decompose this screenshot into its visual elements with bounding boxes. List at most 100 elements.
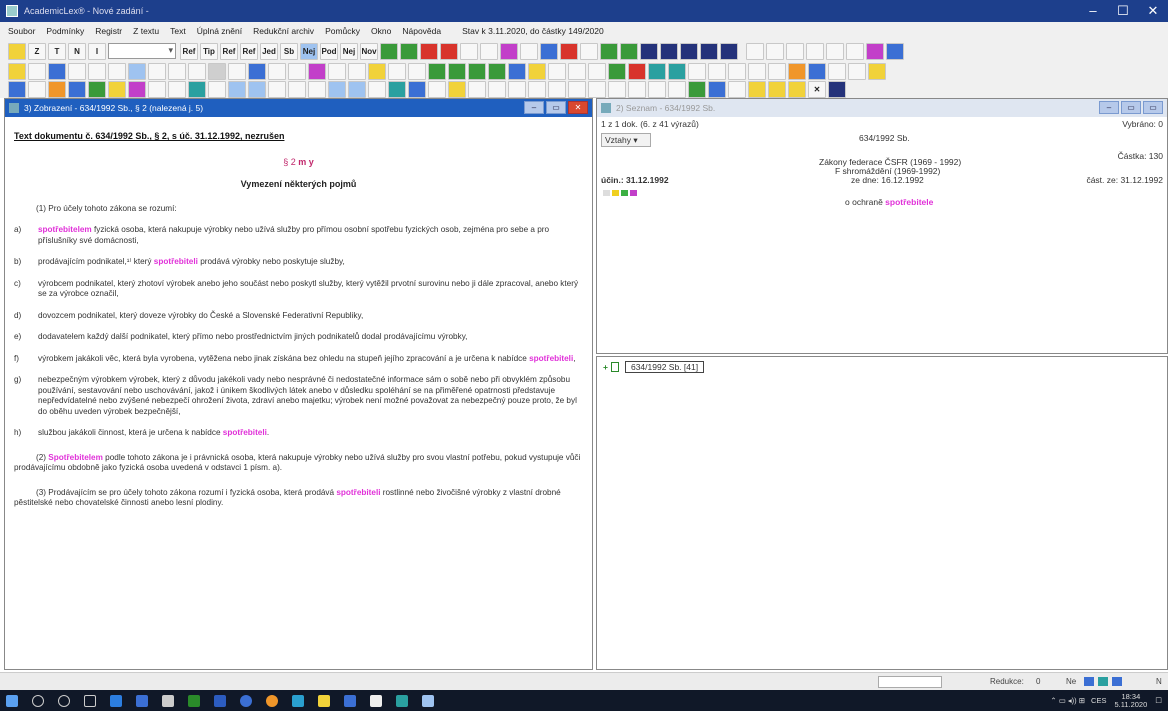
toolbar-button[interactable] xyxy=(308,62,326,80)
toolbar-button[interactable] xyxy=(548,62,566,80)
toolbar-button[interactable] xyxy=(408,80,426,98)
app-icon[interactable] xyxy=(422,694,434,707)
bold-n-button[interactable]: N xyxy=(68,42,86,60)
tree-item-label[interactable]: 634/1992 Sb. [41] xyxy=(624,361,705,373)
toolbar-button[interactable] xyxy=(540,42,558,60)
language-indicator[interactable]: CES xyxy=(1091,696,1106,705)
toolbar-button[interactable] xyxy=(866,42,884,60)
toolbar-button[interactable] xyxy=(848,62,866,80)
toolbar-button[interactable] xyxy=(806,42,824,60)
toolbar-button[interactable] xyxy=(788,62,806,80)
app-icon[interactable] xyxy=(136,694,148,707)
toolbar-button[interactable] xyxy=(528,62,546,80)
menu-soubor[interactable]: Soubor xyxy=(8,26,35,36)
toolbar-button[interactable] xyxy=(728,80,746,98)
menu-uplna-zneni[interactable]: Úplná znění xyxy=(197,26,242,36)
toolbar-button[interactable] xyxy=(846,42,864,60)
toolbar-button[interactable] xyxy=(660,42,678,60)
toolbar-button[interactable] xyxy=(668,62,686,80)
ie-icon[interactable] xyxy=(240,694,252,707)
toolbar-button[interactable] xyxy=(108,62,126,80)
nej2-button[interactable]: Nej xyxy=(340,42,358,60)
toolbar-button[interactable] xyxy=(868,62,886,80)
toolbar-button[interactable] xyxy=(500,42,518,60)
clock[interactable]: 18:34 5.11.2020 xyxy=(1114,692,1147,709)
toolbar-button[interactable] xyxy=(348,80,366,98)
toolbar-button[interactable] xyxy=(348,62,366,80)
toolbar-button[interactable] xyxy=(648,62,666,80)
toolbar-button[interactable] xyxy=(720,42,738,60)
toolbar-button[interactable] xyxy=(148,62,166,80)
ref-button[interactable]: Ref xyxy=(180,42,198,60)
toolbar-button[interactable] xyxy=(828,80,846,98)
toolbar-button[interactable] xyxy=(68,80,86,98)
toolbar-button[interactable] xyxy=(188,62,206,80)
close-button[interactable]: ✕ xyxy=(1138,0,1168,22)
menu-napoveda[interactable]: Nápověda xyxy=(402,26,441,36)
app-icon[interactable] xyxy=(292,694,304,707)
tray-icons[interactable]: ⌃ ▭ ◂)) ⊞ xyxy=(1050,696,1085,705)
toolbar-button[interactable] xyxy=(268,62,286,80)
toolbar-button[interactable] xyxy=(788,80,806,98)
toolbar-button[interactable] xyxy=(408,62,426,80)
toolbar-button[interactable] xyxy=(480,42,498,60)
pane-restore-button[interactable]: ▭ xyxy=(1121,101,1141,114)
word-icon[interactable] xyxy=(214,694,226,707)
toolbar-button[interactable] xyxy=(248,80,266,98)
toolbar-button[interactable] xyxy=(168,62,186,80)
toolbar-button[interactable] xyxy=(826,42,844,60)
bold-t-button[interactable]: T xyxy=(48,42,66,60)
task-view-icon[interactable] xyxy=(84,694,96,707)
toolbar-button[interactable] xyxy=(728,62,746,80)
jed-button[interactable]: Jed xyxy=(260,42,278,60)
toolbar-button[interactable] xyxy=(168,80,186,98)
cortana-icon[interactable] xyxy=(58,694,70,707)
toolbar-button[interactable] xyxy=(380,42,398,60)
toolbar-button[interactable] xyxy=(746,42,764,60)
start-icon[interactable] xyxy=(6,694,18,707)
toolbar-button[interactable] xyxy=(108,80,126,98)
app-icon[interactable] xyxy=(162,694,174,707)
toolbar-button[interactable] xyxy=(508,80,526,98)
toolbar-button[interactable] xyxy=(886,42,904,60)
toolbar-button[interactable] xyxy=(628,80,646,98)
expand-icon[interactable]: + xyxy=(603,362,608,372)
toolbar-button[interactable] xyxy=(208,62,226,80)
toolbar-button[interactable] xyxy=(708,62,726,80)
maximize-button[interactable]: ☐ xyxy=(1108,0,1138,22)
toolbar-button[interactable] xyxy=(128,62,146,80)
toolbar-button[interactable] xyxy=(48,80,66,98)
toolbar-button[interactable] xyxy=(548,80,566,98)
toolbar-button[interactable] xyxy=(488,62,506,80)
toolbar-button[interactable] xyxy=(48,62,66,80)
toolbar-button[interactable] xyxy=(428,80,446,98)
toolbar-button[interactable] xyxy=(688,80,706,98)
font-combo[interactable] xyxy=(108,43,176,59)
app-icon[interactable] xyxy=(370,694,382,707)
pane-minimize-button[interactable]: – xyxy=(1099,101,1119,114)
toolbar-button[interactable] xyxy=(786,42,804,60)
menu-okno[interactable]: Okno xyxy=(371,26,391,36)
close-x-icon[interactable]: ✕ xyxy=(808,80,826,98)
toolbar-button[interactable] xyxy=(748,80,766,98)
toolbar-button[interactable] xyxy=(128,80,146,98)
toolbar-button[interactable] xyxy=(288,80,306,98)
toolbar-button[interactable] xyxy=(528,80,546,98)
toolbar-button[interactable] xyxy=(188,80,206,98)
app-icon[interactable] xyxy=(344,694,356,707)
pane-restore-button[interactable]: ▭ xyxy=(546,101,566,114)
ref2-button[interactable]: Ref xyxy=(220,42,238,60)
toolbar-button[interactable] xyxy=(388,80,406,98)
toolbar-button[interactable] xyxy=(648,80,666,98)
toolbar-button[interactable] xyxy=(368,62,386,80)
search-icon[interactable] xyxy=(32,694,44,707)
app-icon[interactable] xyxy=(396,694,408,707)
toolbar-button[interactable] xyxy=(228,62,246,80)
toolbar-button[interactable] xyxy=(428,62,446,80)
toolbar-button[interactable] xyxy=(640,42,658,60)
toolbar-button[interactable] xyxy=(768,80,786,98)
toolbar-button[interactable] xyxy=(8,42,26,60)
toolbar-button[interactable] xyxy=(248,62,266,80)
toolbar-button[interactable] xyxy=(288,62,306,80)
toolbar-button[interactable] xyxy=(268,80,286,98)
